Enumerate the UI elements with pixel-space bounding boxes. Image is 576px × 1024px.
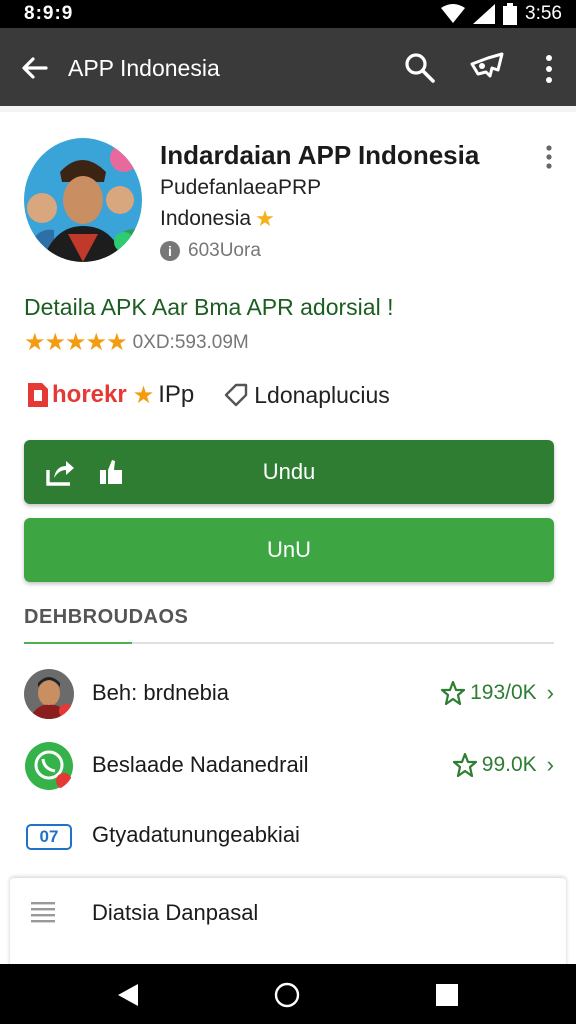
badge-label: 07 bbox=[39, 827, 59, 846]
section-title: DEHBROUDAOS bbox=[24, 606, 189, 628]
system-nav-bar bbox=[0, 964, 576, 1024]
app-headline: Detaila APK Aar Bma APR adorsial ! bbox=[24, 294, 394, 320]
list-item-meta: 193/0K › bbox=[440, 680, 554, 706]
star-icon: ★ bbox=[255, 206, 275, 231]
nav-back-icon[interactable] bbox=[116, 982, 140, 1008]
upload-icon bbox=[46, 461, 74, 486]
status-bar: 8:9:9 3:56 bbox=[0, 0, 576, 28]
bottom-sheet[interactable]: Diatsia Danpasal bbox=[10, 878, 566, 978]
nav-recent-icon[interactable] bbox=[436, 984, 458, 1006]
signal-icon bbox=[473, 4, 496, 24]
rating-text: 0XD:593.09M bbox=[132, 331, 249, 353]
list-item-label: Beslaade Nadanedrail bbox=[92, 752, 309, 777]
list-item[interactable]: Beslaade Nadanedrail 99.0K › bbox=[0, 736, 576, 796]
app-size: i 603Uora bbox=[160, 240, 261, 262]
download-button[interactable]: Undu bbox=[24, 440, 554, 504]
app-icon bbox=[24, 138, 142, 262]
app-overflow-icon[interactable] bbox=[540, 144, 558, 170]
list-item-count: 193/0K bbox=[470, 681, 537, 704]
tag-label[interactable]: Ldonaplucius bbox=[254, 382, 390, 409]
wifi-icon bbox=[441, 4, 466, 23]
download-button-label: Undu bbox=[262, 459, 316, 484]
chevron-right-icon[interactable]: › bbox=[547, 680, 554, 706]
app-name: Indardaian APP Indonesia bbox=[160, 140, 480, 170]
star-outline-icon bbox=[441, 680, 466, 706]
status-clock: 3:56 bbox=[525, 3, 562, 24]
brand-logo-icon bbox=[28, 383, 48, 407]
badge-icon: 07 bbox=[26, 824, 72, 850]
developer-country: Indonesia ★ bbox=[160, 206, 275, 232]
brand-suffix: IPp bbox=[158, 381, 195, 408]
star-icon: ★ bbox=[132, 381, 155, 409]
list-item-count: 99.0K bbox=[481, 753, 537, 776]
button-icons bbox=[44, 456, 126, 488]
brand-name[interactable]: horekr bbox=[52, 381, 127, 409]
developer-country-label: Indonesia bbox=[160, 207, 252, 230]
status-time: 8:9:9 bbox=[24, 3, 74, 24]
rating-row: ★★★★★ 0XD:593.09M bbox=[24, 328, 249, 357]
arrow-back-icon[interactable] bbox=[18, 51, 52, 85]
list-item[interactable]: Beh: brdnebia 193/0K › bbox=[0, 664, 576, 724]
section-underline bbox=[24, 642, 132, 644]
chevron-right-icon[interactable]: › bbox=[547, 752, 554, 778]
list-item-label: Gtyadatunungeabkiai bbox=[92, 822, 300, 847]
developer-name[interactable]: PudefanlaeaPRP bbox=[160, 176, 321, 200]
list-item[interactable]: 07 Gtyadatunungeabkiai bbox=[0, 806, 576, 866]
whatsapp-icon bbox=[24, 741, 74, 791]
list-item-meta: 99.0K › bbox=[452, 752, 554, 778]
bottom-sheet-label: Diatsia Danpasal bbox=[92, 900, 259, 925]
list-item-label: Beh: brdnebia bbox=[92, 680, 229, 705]
app-bar-title: APP Indonesia bbox=[68, 55, 220, 81]
star-outline-icon bbox=[452, 752, 477, 778]
install-button-label: UnU bbox=[266, 537, 311, 562]
status-icons: 3:56 bbox=[441, 3, 562, 25]
app-size-label: 603Uora bbox=[188, 240, 261, 261]
list-item-avatar bbox=[24, 669, 74, 719]
search-icon[interactable] bbox=[402, 50, 438, 86]
battery-icon bbox=[503, 3, 518, 25]
tag-icon bbox=[225, 383, 248, 407]
install-button[interactable]: UnU bbox=[24, 518, 554, 582]
app-bar: APP Indonesia bbox=[0, 28, 576, 106]
rating-stars: ★★★★★ bbox=[24, 329, 128, 356]
menu-icon[interactable] bbox=[30, 898, 56, 924]
nav-home-icon[interactable] bbox=[274, 982, 300, 1008]
share-icon[interactable] bbox=[468, 50, 506, 86]
tag-row: horekr ★ IPp Ldonaplucius bbox=[24, 378, 390, 412]
overflow-menu-icon[interactable] bbox=[536, 52, 562, 86]
info-icon: i bbox=[160, 241, 180, 261]
thumbs-up-icon bbox=[100, 460, 122, 484]
